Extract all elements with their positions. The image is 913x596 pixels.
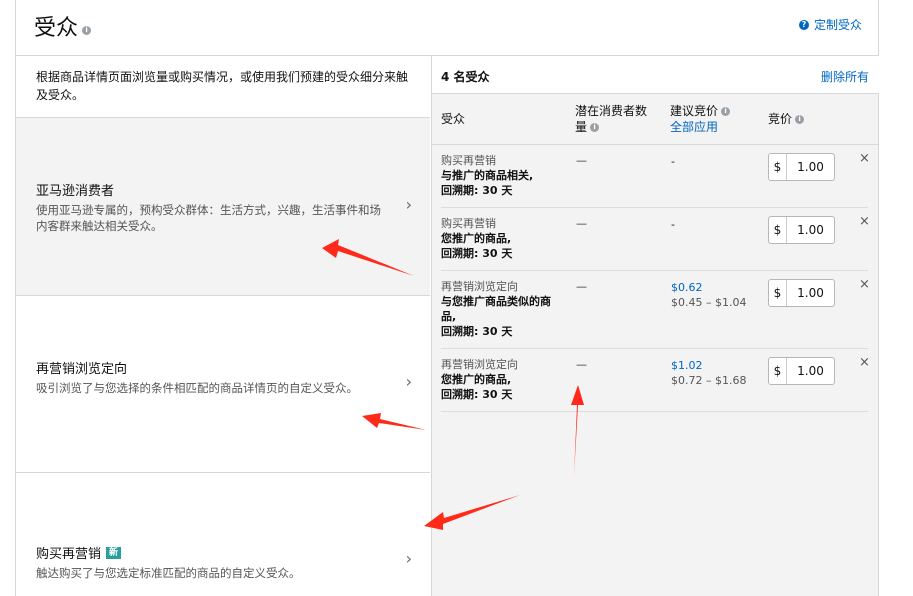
table-header: 受众 潜在消费者数 量i 建议竞价 i 全部应用 竞价 i (432, 94, 879, 145)
selected-audiences: 4 名受众 删除所有 受众 潜在消费者数 量i 建议竞价 i 全部应用 竞价 i 购… (431, 56, 879, 596)
intro-text: 根据商品详情页面浏览量或购买情况，或使用我们预建的受众细分来触及受众。 (36, 70, 409, 102)
info-icon[interactable]: i (721, 107, 731, 116)
bid-input[interactable]: $ 1.00 (768, 279, 835, 307)
col-potential: 潜在消费者数 量i (575, 104, 648, 134)
chevron-right-icon: › (405, 549, 412, 568)
page-header: 受众 i ? 定制受众 (16, 0, 878, 56)
custom-audience-link[interactable]: ? 定制受众 (798, 16, 862, 33)
table-row: 购买再营销 您推广的商品, 回溯期: 30 天 — - $ 1.00 × (441, 208, 870, 271)
chevron-right-icon: › (405, 195, 412, 214)
potential-value: — (576, 217, 587, 230)
option-desc: 吸引浏览了与您选择的条件相匹配的商品详情页的自定义受众。 (36, 381, 358, 395)
close-icon[interactable]: × (859, 355, 870, 370)
close-icon[interactable]: × (859, 277, 870, 292)
bid-input[interactable]: $ 1.00 (768, 153, 835, 181)
col-suggested: 建议竞价 i 全部应用 (670, 103, 731, 135)
info-icon[interactable]: i (82, 26, 92, 35)
table-row: 购买再营销 与推广的商品相关, 回溯期: 30 天 — - $ 1.00 × (441, 145, 870, 208)
close-icon[interactable]: × (859, 151, 870, 166)
option-purchases-remarketing[interactable]: 购买再营销 新 触达购买了与您选定标准匹配的商品的自定义受众。 › (16, 472, 430, 596)
col-audience: 受众 (441, 112, 466, 126)
info-icon[interactable]: i (795, 115, 805, 124)
table-row: 再营销浏览定向 您推广的商品, 回溯期: 30 天 — $1.02 $0.72 … (441, 349, 870, 412)
help-icon: ? (798, 19, 809, 30)
option-desc: 使用亚马逊专属的，预构受众群体：生活方式，兴趣，生活事件和场内客群来触达相关受众… (36, 203, 381, 233)
audience-count: 4 名受众 (441, 70, 490, 84)
delete-all-link[interactable]: 删除所有 (821, 68, 869, 85)
option-desc: 触达购买了与您选定标准匹配的商品的自定义受众。 (36, 566, 301, 580)
suggested-bid: - (671, 218, 675, 231)
apply-all-link[interactable]: 全部应用 (670, 119, 730, 135)
suggested-bid: $1.02 $0.72 – $1.68 (671, 359, 747, 387)
potential-value: — (576, 358, 587, 371)
audience-options: 根据商品详情页面浏览量或购买情况，或使用我们预建的受众细分来触及受众。 亚马逊消… (16, 56, 430, 596)
bid-input[interactable]: $ 1.00 (768, 357, 835, 385)
new-badge: 新 (106, 546, 122, 559)
option-title: 购买再营销 新 (36, 543, 430, 562)
bid-input[interactable]: $ 1.00 (768, 216, 835, 244)
selected-header: 4 名受众 删除所有 (432, 56, 879, 94)
potential-value: — (576, 280, 587, 293)
audiences-panel: 受众 i ? 定制受众 根据商品详情页面浏览量或购买情况，或使用我们预建的受众细分… (15, 0, 879, 596)
potential-value: — (576, 154, 587, 167)
option-title: 再营销浏览定向 (36, 362, 128, 377)
close-icon[interactable]: × (859, 214, 870, 229)
option-views-remarketing[interactable]: 再营销浏览定向 吸引浏览了与您选择的条件相匹配的商品详情页的自定义受众。 › (16, 295, 430, 472)
option-title: 亚马逊消费者 (36, 184, 115, 199)
option-amazon-consumers[interactable]: 亚马逊消费者 使用亚马逊专属的，预构受众群体：生活方式，兴趣，生活事件和场内客群… (16, 117, 430, 295)
page-title: 受众 i (34, 10, 92, 42)
info-icon[interactable]: i (590, 123, 600, 132)
suggested-bid: - (671, 155, 675, 168)
suggested-bid: $0.62 $0.45 – $1.04 (671, 281, 747, 309)
chevron-right-icon: › (405, 372, 412, 391)
col-bid: 竞价 i (768, 111, 805, 127)
table-row: 再营销浏览定向 与您推广商品类似的商 品, 回溯期: 30 天 — $0.62 … (441, 271, 870, 349)
